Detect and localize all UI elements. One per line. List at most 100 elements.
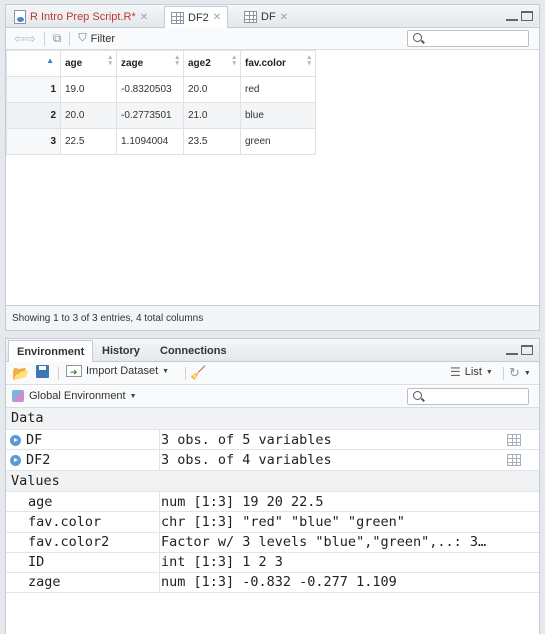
data-table: ▲ age ▴ ▾ zage ▴ ▾ age2 ▴ ▾ fav.color ▴ ▾ 1 19.0… xyxy=(6,50,316,155)
close-icon[interactable]: ✕ xyxy=(140,12,148,23)
viewer-toolbar: ⇦ ⇨ ⧉ ⛉ Filter xyxy=(6,28,539,50)
env-search-box[interactable] xyxy=(407,388,529,405)
column-header-fav-color[interactable]: fav.color ▴ ▾ xyxy=(240,50,316,77)
env-row-df[interactable]: DF 3 obs. of 5 variables xyxy=(6,429,539,450)
refresh-icon[interactable]: ↻ ▼ xyxy=(509,365,531,381)
tab-df[interactable]: DF ✕ xyxy=(238,6,294,28)
expand-icon[interactable] xyxy=(10,435,21,446)
column-header-age2[interactable]: age2 ▴ ▾ xyxy=(183,50,241,77)
table-cell: 20.0 xyxy=(60,102,117,129)
viewer-search-input[interactable] xyxy=(426,32,524,45)
view-table-icon[interactable] xyxy=(507,434,521,446)
table-cell: 1.1094004 xyxy=(116,128,184,155)
env-var-name: fav.color2 xyxy=(28,534,110,550)
tab-df2-label: DF2 xyxy=(188,11,209,24)
search-icon xyxy=(413,33,422,42)
table-cell: -0.8320503 xyxy=(116,76,184,103)
env-row-zage[interactable]: zage num [1:3] -0.832 -0.277 1.109 xyxy=(6,572,539,593)
environment-icon xyxy=(12,390,24,402)
sort-asc-icon: ▲ xyxy=(46,56,54,65)
table-cell: green xyxy=(240,128,316,155)
tab-script[interactable]: R Intro Prep Script.R* ✕ xyxy=(8,6,154,28)
search-icon xyxy=(413,391,422,400)
column-header-age[interactable]: age ▴ ▾ xyxy=(60,50,117,77)
list-view-dropdown[interactable]: ☰ List ▼ xyxy=(450,365,493,379)
minimize-icon[interactable] xyxy=(506,345,518,355)
tab-history[interactable]: History xyxy=(94,340,148,362)
maximize-icon[interactable] xyxy=(521,345,533,355)
env-var-name: DF xyxy=(26,432,43,448)
filter-button[interactable]: Filter xyxy=(91,33,115,45)
pane-window-controls xyxy=(506,345,533,355)
env-row-id[interactable]: ID int [1:3] 1 2 3 xyxy=(6,552,539,573)
save-icon[interactable] xyxy=(36,365,49,378)
filter-icon: ⛉ xyxy=(78,32,87,44)
table-row: 1 19.0 -0.8320503 20.0 red xyxy=(6,76,316,103)
view-table-icon[interactable] xyxy=(507,454,521,466)
tab-connections[interactable]: Connections xyxy=(152,340,235,362)
minimize-icon[interactable] xyxy=(506,11,518,21)
table-row: 2 20.0 -0.2773501 21.0 blue xyxy=(6,102,316,129)
table-cell: 21.0 xyxy=(183,102,241,129)
import-icon: ➜ xyxy=(66,365,82,377)
pane-window-controls xyxy=(506,11,533,21)
section-header-values: Values xyxy=(6,471,539,492)
sort-icon: ▴ ▾ xyxy=(307,54,311,67)
data-viewer-pane: R Intro Prep Script.R* ✕ DF2 ✕ DF ✕ ⇦ ⇨ … xyxy=(5,4,540,331)
open-folder-icon[interactable]: 📂 xyxy=(12,365,29,382)
import-dataset-button[interactable]: ➜ Import Dataset ▼ xyxy=(66,365,169,377)
global-environment-dropdown[interactable]: Global Environment ▼ xyxy=(12,390,137,402)
back-arrow-icon[interactable]: ⇦ xyxy=(14,31,25,47)
env-row-fav-color[interactable]: fav.color chr [1:3] "red" "blue" "green" xyxy=(6,512,539,533)
tab-script-label: R Intro Prep Script.R* xyxy=(30,11,136,23)
env-toolbar: 📂 ➜ Import Dataset ▼ 🧹 ☰ List ▼ ↻ ▼ xyxy=(6,362,539,385)
table-header-row: ▲ age ▴ ▾ zage ▴ ▾ age2 ▴ ▾ fav.color ▴ ▾ xyxy=(6,50,316,77)
table-cell: 23.5 xyxy=(183,128,241,155)
column-header-zage[interactable]: zage ▴ ▾ xyxy=(116,50,184,77)
env-var-value: chr [1:3] "red" "blue" "green" xyxy=(161,514,405,530)
list-icon: ☰ xyxy=(450,365,461,379)
env-var-value: num [1:3] 19 20 22.5 xyxy=(161,494,324,510)
env-search-input[interactable] xyxy=(426,390,524,403)
env-row-fav-color2[interactable]: fav.color2 Factor w/ 3 levels "blue","gr… xyxy=(6,532,539,553)
rownum-header[interactable]: ▲ xyxy=(6,50,61,77)
env-scope-bar: Global Environment ▼ xyxy=(6,386,539,408)
close-icon[interactable]: ✕ xyxy=(280,12,288,23)
table-cell: red xyxy=(240,76,316,103)
sort-icon: ▴ ▾ xyxy=(175,54,179,67)
env-row-age[interactable]: age num [1:3] 19 20 22.5 xyxy=(6,491,539,512)
env-var-value: 3 obs. of 5 variables xyxy=(161,432,332,448)
popout-icon[interactable]: ⧉ xyxy=(53,31,62,46)
env-var-name: age xyxy=(28,494,53,510)
tab-environment[interactable]: Environment xyxy=(8,340,94,363)
maximize-icon[interactable] xyxy=(521,11,533,21)
status-text: Showing 1 to 3 of 3 entries, 4 total col… xyxy=(12,312,204,324)
env-var-name: zage xyxy=(28,574,61,590)
forward-arrow-icon[interactable]: ⇨ xyxy=(25,31,36,47)
env-var-value: Factor w/ 3 levels "blue","green",..: 3… xyxy=(161,534,487,550)
table-row: 3 22.5 1.1094004 23.5 green xyxy=(6,128,316,155)
tab-df-label: DF xyxy=(261,11,276,23)
viewer-status-bar: Showing 1 to 3 of 3 entries, 4 total col… xyxy=(6,305,539,330)
table-cell: 22.5 xyxy=(60,128,117,155)
env-row-df2[interactable]: DF2 3 obs. of 4 variables xyxy=(6,450,539,471)
table-cell: blue xyxy=(240,102,316,129)
editor-tabbar: R Intro Prep Script.R* ✕ DF2 ✕ DF ✕ xyxy=(6,5,539,29)
env-var-name: DF2 xyxy=(26,452,51,468)
expand-icon[interactable] xyxy=(10,455,21,466)
close-icon[interactable]: ✕ xyxy=(213,12,221,23)
env-var-name: fav.color xyxy=(28,514,102,530)
row-number: 2 xyxy=(6,102,61,129)
data-grid-icon xyxy=(244,11,257,23)
env-tabbar: Environment History Connections xyxy=(6,339,539,363)
viewer-search-box[interactable] xyxy=(407,30,529,47)
section-header-data: Data xyxy=(6,408,539,429)
tab-df2[interactable]: DF2 ✕ xyxy=(164,6,229,29)
env-var-name: ID xyxy=(28,554,45,570)
broom-icon[interactable]: 🧹 xyxy=(190,365,206,381)
sort-icon: ▴ ▾ xyxy=(232,54,236,67)
env-var-value: num [1:3] -0.832 -0.277 1.109 xyxy=(161,574,397,590)
env-var-value: 3 obs. of 4 variables xyxy=(161,452,332,468)
r-script-icon xyxy=(14,10,26,24)
environment-pane: Environment History Connections 📂 ➜ Impo… xyxy=(5,338,540,634)
